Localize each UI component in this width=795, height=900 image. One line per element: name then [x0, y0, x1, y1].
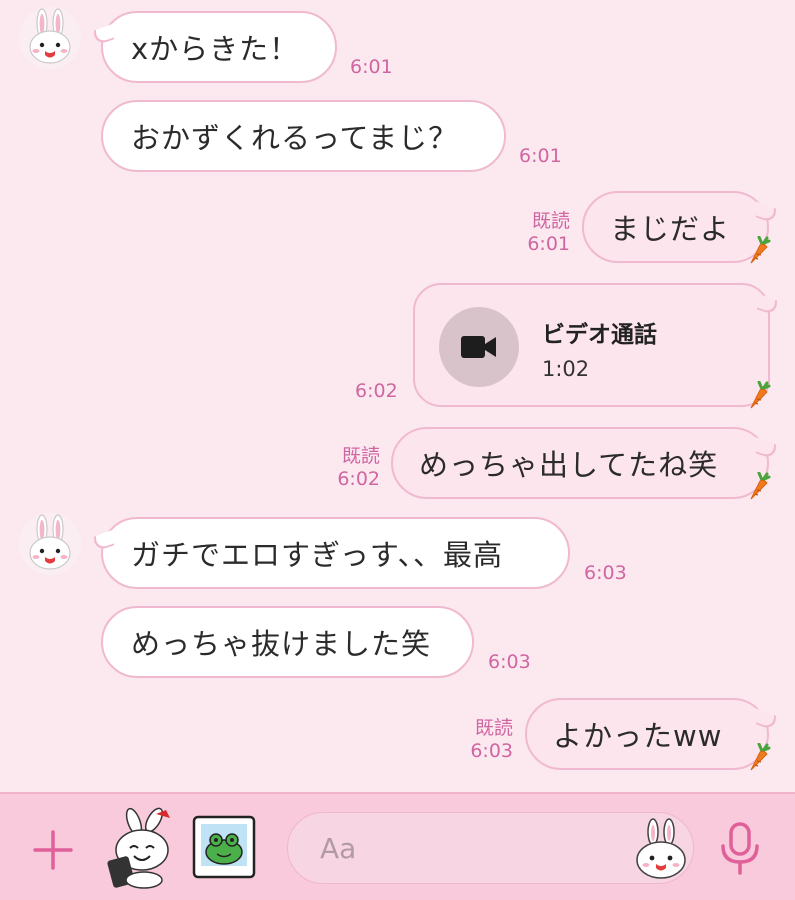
message-time: 6:01 — [519, 145, 562, 167]
message-text: めっちゃ出してたね笑 — [419, 448, 719, 482]
message-bubble[interactable]: ガチでエロすぎっす、、最高 — [101, 517, 570, 589]
chat-area: xからきた！ 6:01 おかずくれるってまじ？ 6:01 既読 6:01 まじだ… — [0, 0, 795, 792]
plus-icon[interactable] — [30, 830, 76, 870]
video-call-bubble[interactable]: ビデオ通話 1:02 — [413, 283, 770, 407]
message-text: めっちゃ抜けました笑 — [131, 627, 432, 661]
message-time: 6:03 — [470, 740, 513, 762]
carrot-icon — [748, 236, 774, 266]
call-title: ビデオ通話 — [542, 322, 657, 348]
message-bubble[interactable]: xからきた！ — [101, 11, 337, 83]
message-time: 6:03 — [584, 562, 627, 584]
message-time: 6:01 — [350, 56, 393, 78]
photo-icon[interactable] — [191, 814, 257, 880]
cony-avatar-icon[interactable] — [19, 513, 81, 575]
read-label: 既読 — [474, 717, 513, 739]
video-camera-icon — [439, 307, 519, 387]
read-label: 既読 — [341, 445, 380, 467]
read-receipt: 既読 6:03 — [463, 717, 513, 763]
message-time: 6:02 — [337, 468, 380, 490]
message-bubble[interactable]: よかったww — [525, 698, 769, 770]
message-text: ガチでエロすぎっす、、最高 — [131, 538, 504, 572]
read-receipt: 既読 6:01 — [520, 210, 570, 256]
read-receipt: 既読 6:02 — [330, 445, 380, 491]
message-text: まじだよ — [610, 212, 731, 246]
microphone-icon[interactable] — [718, 822, 762, 876]
call-duration: 1:02 — [542, 357, 590, 381]
message-text: xからきた！ — [131, 32, 300, 66]
carrot-icon — [748, 743, 774, 773]
message-time: 6:01 — [527, 233, 570, 255]
message-input-placeholder: Aa — [320, 832, 357, 865]
message-text: おかずくれるってまじ？ — [131, 121, 459, 155]
emoji-icon[interactable] — [633, 818, 689, 880]
carrot-icon — [748, 381, 774, 411]
message-bubble[interactable]: まじだよ — [582, 191, 769, 263]
message-time: 6:03 — [488, 651, 531, 673]
cony-avatar-icon[interactable] — [19, 7, 81, 69]
message-bubble[interactable]: おかずくれるってまじ？ — [101, 100, 506, 172]
message-time: 6:02 — [355, 380, 398, 402]
carrot-icon — [748, 472, 774, 502]
sticker-icon[interactable] — [104, 806, 176, 890]
read-label: 既読 — [531, 210, 570, 232]
message-bubble[interactable]: めっちゃ抜けました笑 — [101, 606, 474, 678]
message-bubble[interactable]: めっちゃ出してたね笑 — [391, 427, 769, 499]
message-text: よかったww — [553, 719, 723, 753]
